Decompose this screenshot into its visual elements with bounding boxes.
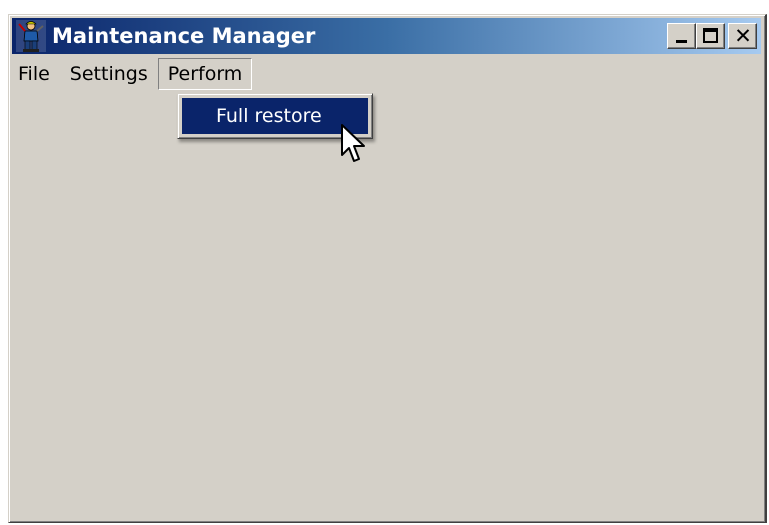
- close-button[interactable]: ✕: [728, 23, 757, 49]
- window-title: Maintenance Manager: [52, 24, 316, 48]
- maintenance-worker-icon: [16, 20, 46, 52]
- main-window: Maintenance Manager ✕ File Settings Perf…: [8, 14, 767, 523]
- arrow-cursor-icon: [341, 124, 365, 162]
- minimize-icon: [676, 40, 687, 43]
- close-icon: ✕: [734, 24, 752, 48]
- maximize-icon: [703, 28, 718, 43]
- caption-buttons: ✕: [667, 23, 757, 49]
- minimize-button[interactable]: [667, 23, 696, 49]
- menu-bar: File Settings Perform: [12, 57, 761, 91]
- menu-file[interactable]: File: [12, 58, 60, 90]
- title-bar[interactable]: Maintenance Manager ✕: [12, 18, 761, 54]
- maximize-button[interactable]: [696, 23, 725, 49]
- menu-perform[interactable]: Perform: [157, 58, 253, 90]
- menu-settings[interactable]: Settings: [60, 58, 158, 90]
